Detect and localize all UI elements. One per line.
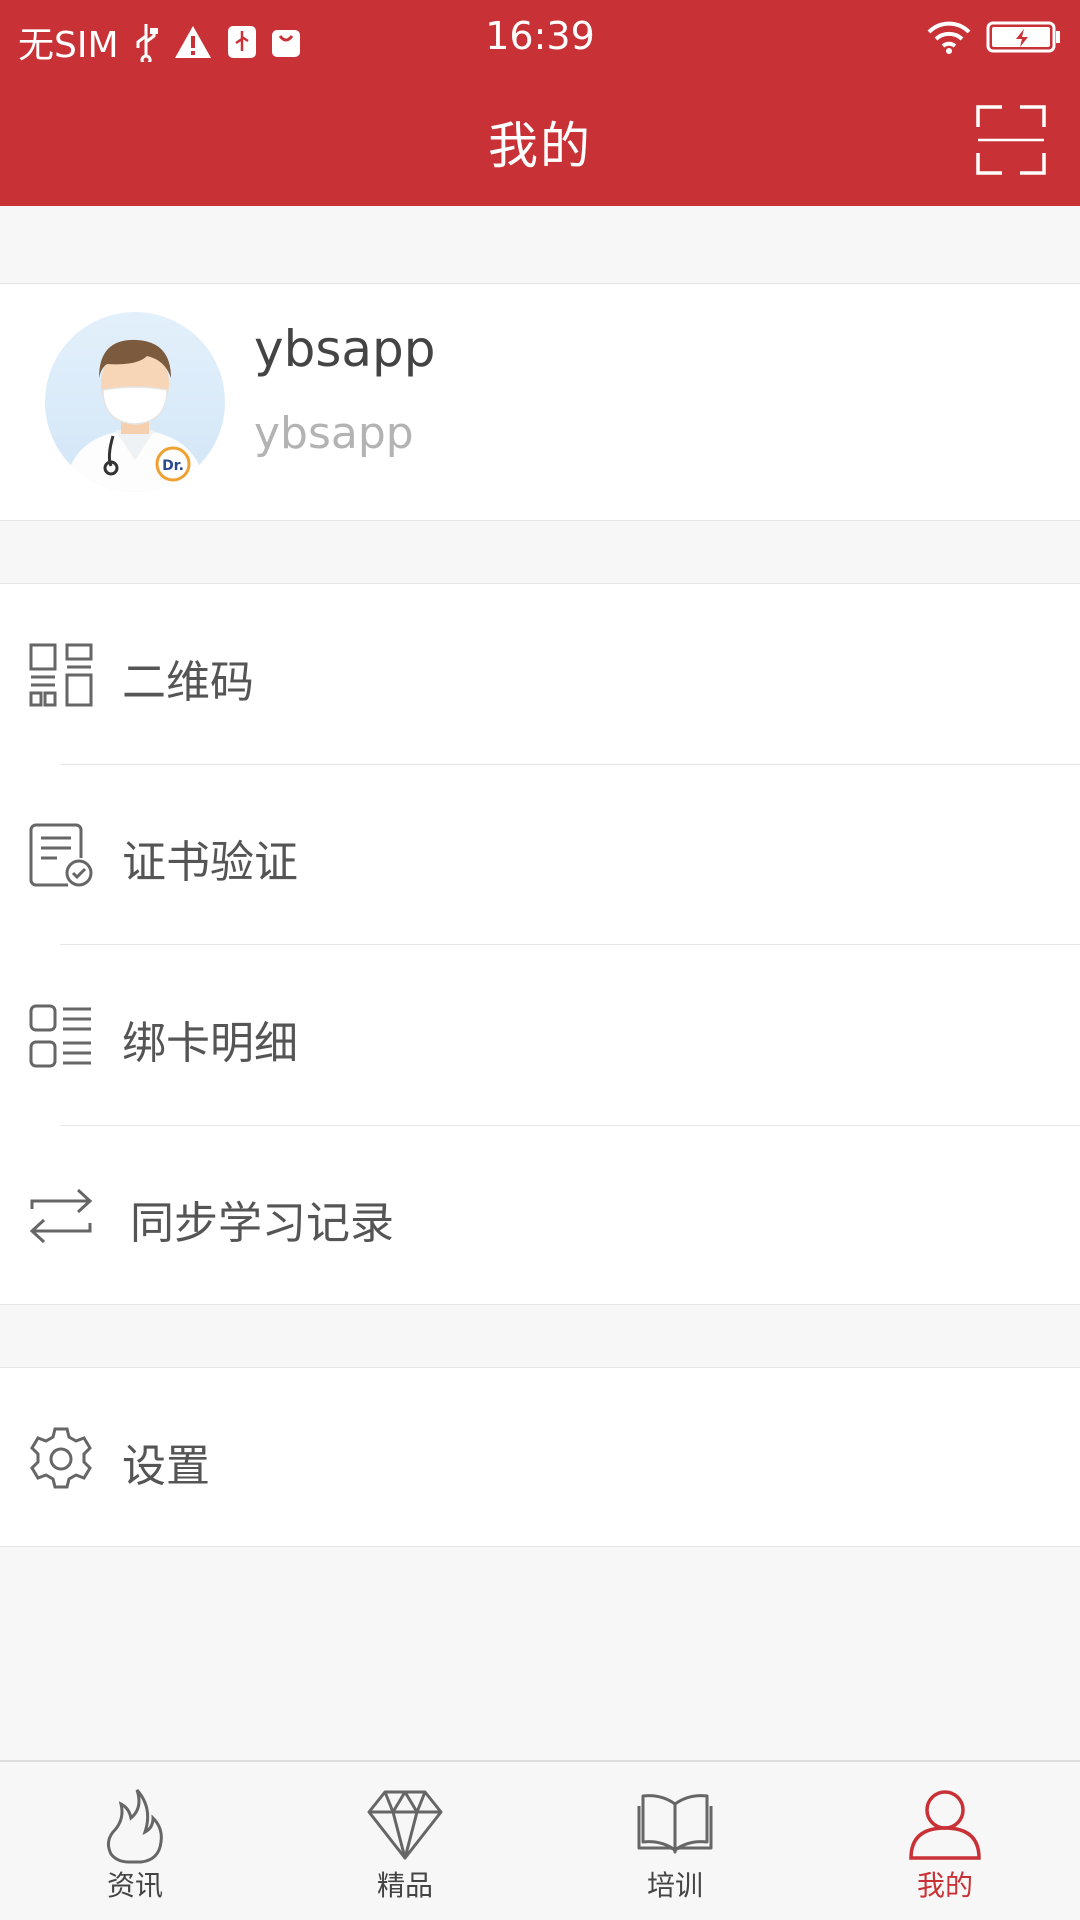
- tab-mine[interactable]: 我的: [810, 1762, 1080, 1920]
- svg-text:Dr.: Dr.: [162, 458, 184, 474]
- sync-icon: [29, 1188, 93, 1244]
- avatar[interactable]: Dr.: [45, 312, 225, 492]
- tab-label: 我的: [916, 1869, 973, 1902]
- gear-icon: [30, 1427, 92, 1489]
- certificate-check-icon: [29, 823, 93, 887]
- tab-label: 资讯: [106, 1869, 163, 1902]
- profile-card[interactable]: Dr. ybsapp ybsapp: [0, 283, 1080, 521]
- wifi-icon: [926, 20, 972, 63]
- list-details-icon: [29, 1004, 91, 1068]
- status-bar: 无SIM 16:39: [0, 0, 1080, 76]
- menu-item-label: 设置: [122, 1441, 210, 1492]
- status-right: [926, 20, 1062, 63]
- app-header: 无SIM 16:39 我的: [0, 0, 1080, 206]
- menu-item-label: 同步学习记录: [130, 1198, 394, 1249]
- menu-item-settings[interactable]: 设置: [0, 1368, 1080, 1548]
- profile-account: ybsapp: [254, 408, 414, 459]
- book-icon: [637, 1794, 713, 1854]
- diamond-icon: [367, 1790, 443, 1860]
- qr-code-icon: [29, 643, 93, 707]
- menu-item-label: 绑卡明细: [122, 1018, 298, 1069]
- doctor-avatar-icon: Dr.: [45, 312, 225, 492]
- tab-label: 培训: [646, 1869, 703, 1902]
- user-icon: [909, 1790, 981, 1860]
- scan-icon: [976, 105, 1046, 175]
- profile-name: ybsapp: [254, 320, 436, 378]
- flame-icon: [106, 1789, 163, 1864]
- menu-item-card-details[interactable]: 绑卡明细: [0, 945, 1080, 1126]
- menu-group-settings: 设置: [0, 1367, 1080, 1547]
- tab-news[interactable]: 资讯: [0, 1762, 270, 1920]
- scan-button[interactable]: [976, 105, 1046, 175]
- tab-bar: 资讯 精品 培训 我的: [0, 1760, 1080, 1920]
- battery-charging-icon: [986, 21, 1062, 62]
- tab-training[interactable]: 培训: [540, 1762, 810, 1920]
- status-time: 16:39: [485, 14, 595, 58]
- menu-group-main: 二维码 证书验证 绑卡明细 同步学习记录: [0, 583, 1080, 1305]
- page-title: 我的: [488, 117, 592, 175]
- tab-premium[interactable]: 精品: [270, 1762, 540, 1920]
- menu-item-sync-records[interactable]: 同步学习记录: [0, 1125, 1080, 1305]
- menu-item-certificate[interactable]: 证书验证: [0, 764, 1080, 945]
- menu-item-label: 二维码: [122, 657, 254, 708]
- tab-label: 精品: [376, 1869, 433, 1902]
- menu-item-label: 证书验证: [122, 837, 298, 888]
- menu-item-qr-code[interactable]: 二维码: [0, 584, 1080, 765]
